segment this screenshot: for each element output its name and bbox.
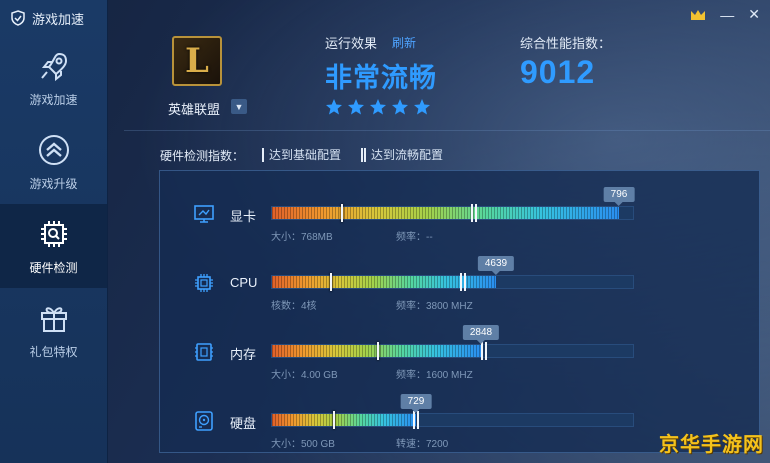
score-bubble: 4639 xyxy=(477,256,515,275)
hardware-name: 显卡 xyxy=(230,209,257,224)
sidebar-item-hardware-check[interactable]: 硬件检测 xyxy=(0,204,107,288)
sidebar: 游戏加速 游戏加速 游戏升级 硬件检测 礼包特权 xyxy=(0,0,108,463)
game-logo-letter: L xyxy=(185,41,209,81)
score-bar: 4639 xyxy=(271,256,634,291)
score-label: 综合性能指数： xyxy=(520,36,612,51)
hardware-row-memory: 内存 2848 大小：4.00 GB 频率：1600 MHZ xyxy=(160,325,759,401)
sidebar-item-label: 游戏升级 xyxy=(29,176,78,191)
shield-icon xyxy=(11,10,25,26)
close-button[interactable]: ✕ xyxy=(748,6,760,23)
legend-basic-label: 达到基础配置 xyxy=(269,148,342,162)
hardware-index-title: 硬件检测指数： xyxy=(160,149,245,163)
sidebar-item-label: 礼包特权 xyxy=(29,344,78,359)
crown-icon[interactable] xyxy=(690,9,706,21)
hardware-row-cpu: CPU 4639 核数：4核 频率：3800 MHZ xyxy=(160,256,759,332)
hardware-panel: 显卡 796 大小：768MB 频率：-- CPU 4639 核数：4核 频率：… xyxy=(159,170,760,453)
app-brand: 游戏加速 xyxy=(0,0,107,36)
sidebar-item-gift-privilege[interactable]: 礼包特权 xyxy=(0,288,107,372)
score-bubble: 729 xyxy=(400,394,432,413)
star-icon xyxy=(370,99,386,115)
smooth-tick xyxy=(460,273,466,291)
smooth-tick xyxy=(471,204,477,222)
score-bubble: 796 xyxy=(603,187,635,206)
score-bubble: 2848 xyxy=(462,325,500,344)
rocket-icon xyxy=(40,52,67,81)
legend-basic: 达到基础配置 xyxy=(262,146,341,163)
minimize-button[interactable]: — xyxy=(720,7,734,23)
star-icon xyxy=(392,99,408,115)
game-logo: L xyxy=(172,36,222,86)
score-bar: 729 xyxy=(271,394,634,429)
star-icon xyxy=(326,99,342,115)
gift-icon xyxy=(40,306,67,332)
game-select-dropdown[interactable]: ▼ xyxy=(231,99,247,114)
hardware-row-gpu: 显卡 796 大小：768MB 频率：-- xyxy=(160,187,759,263)
spec-frequency: 频率：1600 MHZ xyxy=(396,370,473,381)
cpu-icon xyxy=(195,274,213,292)
spec-frequency: 频率：-- xyxy=(396,232,433,243)
game-name: 英雄联盟 xyxy=(168,102,221,117)
monitor-icon xyxy=(194,205,214,223)
smooth-tick xyxy=(481,342,487,360)
chevron-down-icon: ▼ xyxy=(234,101,244,112)
score-bar-fill xyxy=(272,414,416,426)
spec-size: 大小：768MB xyxy=(271,232,333,243)
hardware-name: 内存 xyxy=(230,347,257,362)
refresh-link[interactable]: 刷新 xyxy=(392,34,416,51)
basic-tick xyxy=(330,273,332,291)
chevron-up-circle-icon xyxy=(38,134,69,165)
spec-size: 大小：500 GB xyxy=(271,439,335,450)
sidebar-item-label: 游戏加速 xyxy=(29,92,78,107)
smooth-tick xyxy=(413,411,419,429)
smooth-marker-icon xyxy=(361,147,366,162)
divider xyxy=(124,130,770,131)
disk-icon xyxy=(195,411,213,431)
star-icon xyxy=(414,99,430,115)
star-rating xyxy=(325,98,431,116)
basic-tick xyxy=(333,411,335,429)
score-bar-fill xyxy=(272,207,619,219)
legend-smooth: 达到流畅配置 xyxy=(361,146,443,163)
basic-marker-icon xyxy=(262,147,264,162)
effect-label: 运行效果 xyxy=(325,36,378,51)
spec-frequency: 频率：3800 MHZ xyxy=(396,301,473,312)
effect-value: 非常流畅 xyxy=(325,63,437,93)
score-bar: 2848 xyxy=(271,325,634,360)
legend-smooth-label: 达到流畅配置 xyxy=(371,148,444,162)
sidebar-item-game-accel[interactable]: 游戏加速 xyxy=(0,36,107,120)
spec-rpm: 转速：7200 xyxy=(396,439,449,450)
star-icon xyxy=(348,99,364,115)
app-title: 游戏加速 xyxy=(32,11,85,27)
sidebar-item-label: 硬件检测 xyxy=(29,260,78,275)
score-value: 9012 xyxy=(520,54,596,90)
basic-tick xyxy=(341,204,343,222)
basic-tick xyxy=(377,342,379,360)
score-bar: 796 xyxy=(271,187,635,222)
window-controls: — ✕ xyxy=(690,6,760,23)
hardware-name: 硬盘 xyxy=(230,416,257,431)
memory-icon xyxy=(195,343,213,361)
sidebar-item-game-upgrade[interactable]: 游戏升级 xyxy=(0,120,107,204)
spec-size: 大小：4.00 GB xyxy=(271,370,338,381)
watermark: 京华手游网 xyxy=(659,434,764,456)
hardware-name: CPU xyxy=(230,275,258,290)
chip-icon xyxy=(40,220,67,247)
spec-cores: 核数：4核 xyxy=(271,301,317,312)
